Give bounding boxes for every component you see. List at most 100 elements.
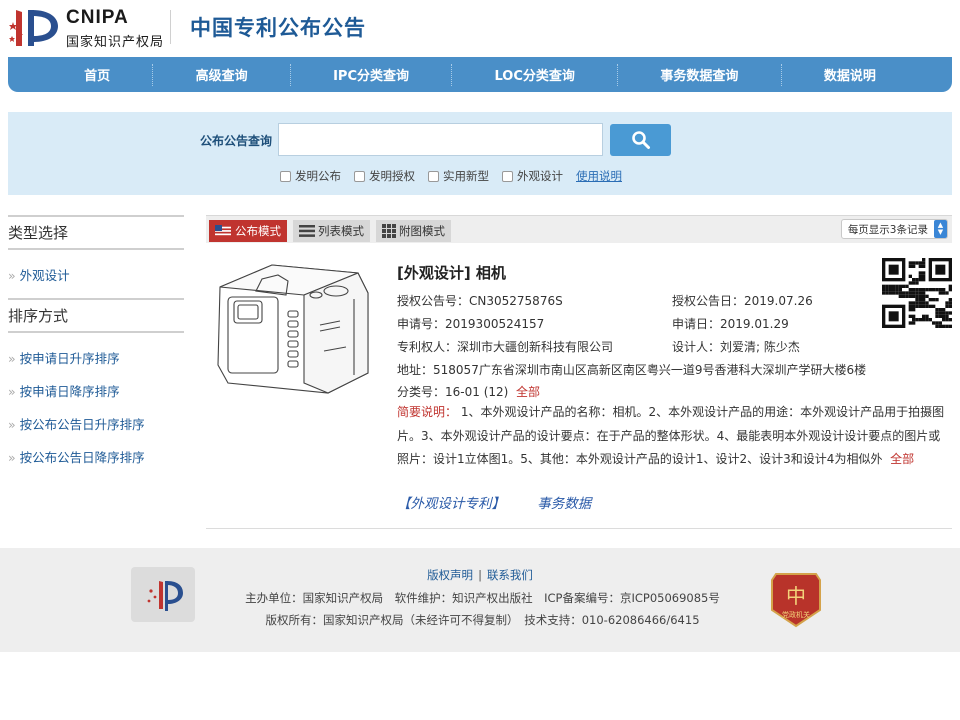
sort-app-date-desc[interactable]: » 按申请日降序排序 [8,374,184,407]
nav-home[interactable]: 首页 [74,65,120,84]
chevron-right-icon: » [8,268,16,283]
brief-description-more-link[interactable]: 全部 [890,452,914,466]
grant-date-field: 授权公告日：2019.07.26 [672,292,813,309]
event-data-link[interactable]: 事务数据 [537,496,591,512]
qr-code-icon [882,258,952,328]
mode-list-button[interactable]: 列表模式 [293,220,370,242]
badge-label: 党政机关 [782,610,810,619]
designer-field: 设计人：刘爱清; 陈少杰 [672,338,800,355]
nav-divider [617,63,619,86]
mode-label: 附图模式 [399,224,445,238]
checkbox-box[interactable] [280,170,291,182]
type-checkbox-group: 发明公布 发明授权 实用新型 外观设计 使用说明 [280,168,622,184]
sidebar-item-label: 外观设计 [19,268,70,283]
svg-text:中: 中 [786,584,806,608]
sidebar-item-label: 按申请日降序排序 [19,384,120,399]
checkbox-utility-model[interactable]: 实用新型 [428,168,489,184]
sidebar: 类型选择 » 外观设计 排序方式 » 按申请日升序排序 » 按申请日降序排序 » 按公布… [8,215,184,473]
classification-more-link[interactable]: 全部 [516,385,540,399]
result-links: 【外观设计专利】 事务数据 [397,492,619,512]
logo-cn-text: 国家知识产权局 [66,35,165,50]
brief-description-text: 1、本外观设计产品的名称：相机。2、本外观设计产品的用途：本外观设计产品用于拍摄… [397,405,945,466]
grant-number-field: 授权公告号：CN305275876S [397,292,563,309]
classification-label: 分类号： [397,385,446,399]
nav-advanced-search[interactable]: 高级查询 [186,65,258,84]
classification-field: 分类号：16-01 (12) 全部 [397,383,540,400]
checkbox-label: 发明公布 [295,169,341,183]
search-button[interactable] [610,124,671,156]
patentee-value: 深圳市大疆创新科技有限公司 [457,340,614,354]
per-page-select[interactable]: 每页显示3条记录 ▲ ▼ [840,219,948,239]
mode-publication-button[interactable]: 公布模式 [209,220,287,242]
checkbox-label: 实用新型 [443,169,489,183]
site-footer: 版权声明 | 联系我们 主办单位：国家知识产权局 软件维护：知识产权出版社 ICP备… [0,548,960,652]
brief-description-label: 简要说明： [397,405,458,419]
nav-divider [780,63,782,86]
sidebar-item-label: 按申请日升序排序 [19,351,120,366]
search-icon [631,131,650,149]
checkbox-box[interactable] [354,170,365,182]
party-government-badge[interactable]: 中 党政机关 [770,570,822,630]
mode-label: 列表模式 [318,224,364,238]
checkbox-design[interactable]: 外观设计 [502,168,563,184]
per-page-value: 每页显示3条记录 [847,223,928,236]
site-header: CNIPA 国家知识产权局 中国专利公布公告 [0,0,960,55]
nav-data-notes[interactable]: 数据说明 [814,65,886,84]
application-date-value: 2019.01.29 [720,317,789,331]
sort-pub-date-asc[interactable]: » 按公布公告日升序排序 [8,407,184,440]
application-date-field: 申请日：2019.01.29 [672,315,789,332]
cnipa-logo[interactable]: CNIPA 国家知识产权局 [8,4,168,50]
checkbox-box[interactable] [428,170,439,182]
address-label: 地址： [397,363,434,377]
badge-icon: 中 党政机关 [771,573,821,628]
contact-link[interactable]: 联系我们 [487,568,533,582]
chevron-right-icon: » [8,384,16,399]
list-icon [299,225,315,237]
checkbox-invention-grant[interactable]: 发明授权 [354,168,415,184]
checkbox-label: 外观设计 [517,169,563,183]
designer-value: 刘爱清; 陈少杰 [720,340,800,354]
classification-value: 16-01 (12) [445,385,509,399]
brief-description: 简要说明： 1、本外观设计产品的名称：相机。2、本外观设计产品的用途：本外观设计… [397,401,949,472]
chevron-updown-icon: ▲ ▼ [934,220,947,238]
copyright-link[interactable]: 版权声明 [427,568,473,582]
search-panel: 公布公告查询 发明公布 发明授权 实用新型 外观设计 使用说明 [8,112,952,195]
address-field: 地址：518057广东省深圳市南山区高新区南区粤兴一道9号香港科大深圳产学研大楼… [397,361,866,378]
nav-event-search[interactable]: 事务数据查询 [650,65,748,84]
chevron-right-icon: » [8,417,16,432]
grant-number-value: CN305275876S [469,294,563,308]
sidebar-item-label: 按公布公告日升序排序 [19,417,145,432]
grant-number-label: 授权公告号： [397,294,470,308]
address-value: 518057广东省深圳市南山区高新区南区粤兴一道9号香港科大深圳产学研大楼6楼 [433,363,867,377]
sidebar-item-design[interactable]: » 外观设计 [8,258,184,291]
nav-divider [289,63,291,86]
sort-heading: 排序方式 [8,298,184,333]
nav-ipc-search[interactable]: IPC分类查询 [323,65,419,84]
footer-link-separator: | [478,568,482,582]
search-input[interactable] [278,123,603,156]
patent-camera-drawing[interactable] [208,255,378,400]
checkbox-box[interactable] [502,170,513,182]
usage-help-link[interactable]: 使用说明 [576,168,622,184]
design-patent-link[interactable]: 【外观设计专利】 [397,496,505,512]
search-label: 公布公告查询 [200,134,273,148]
result-title[interactable]: [外观设计] 相机 [397,262,506,283]
nav-divider [451,63,453,86]
sidebar-item-label: 按公布公告日降序排序 [19,450,145,465]
chevron-right-icon: » [8,351,16,366]
grid-icon [382,224,396,238]
camera-drawing-icon [217,264,369,394]
nav-loc-search[interactable]: LOC分类查询 [484,65,584,84]
designer-label: 设计人： [672,340,721,354]
sort-pub-date-desc[interactable]: » 按公布公告日降序排序 [8,440,184,473]
chevron-right-icon: » [8,450,16,465]
cnipa-emblem-icon [9,10,58,46]
application-date-label: 申请日： [672,317,721,331]
type-select-heading: 类型选择 [8,215,184,250]
nav-divider [152,63,154,86]
main-nav: 首页 高级查询 IPC分类查询 LOC分类查询 事务数据查询 数据说明 [8,57,952,92]
header-divider [170,10,171,44]
checkbox-invention-publication[interactable]: 发明公布 [280,168,341,184]
sort-app-date-asc[interactable]: » 按申请日升序排序 [8,341,184,374]
mode-image-button[interactable]: 附图模式 [376,220,451,242]
